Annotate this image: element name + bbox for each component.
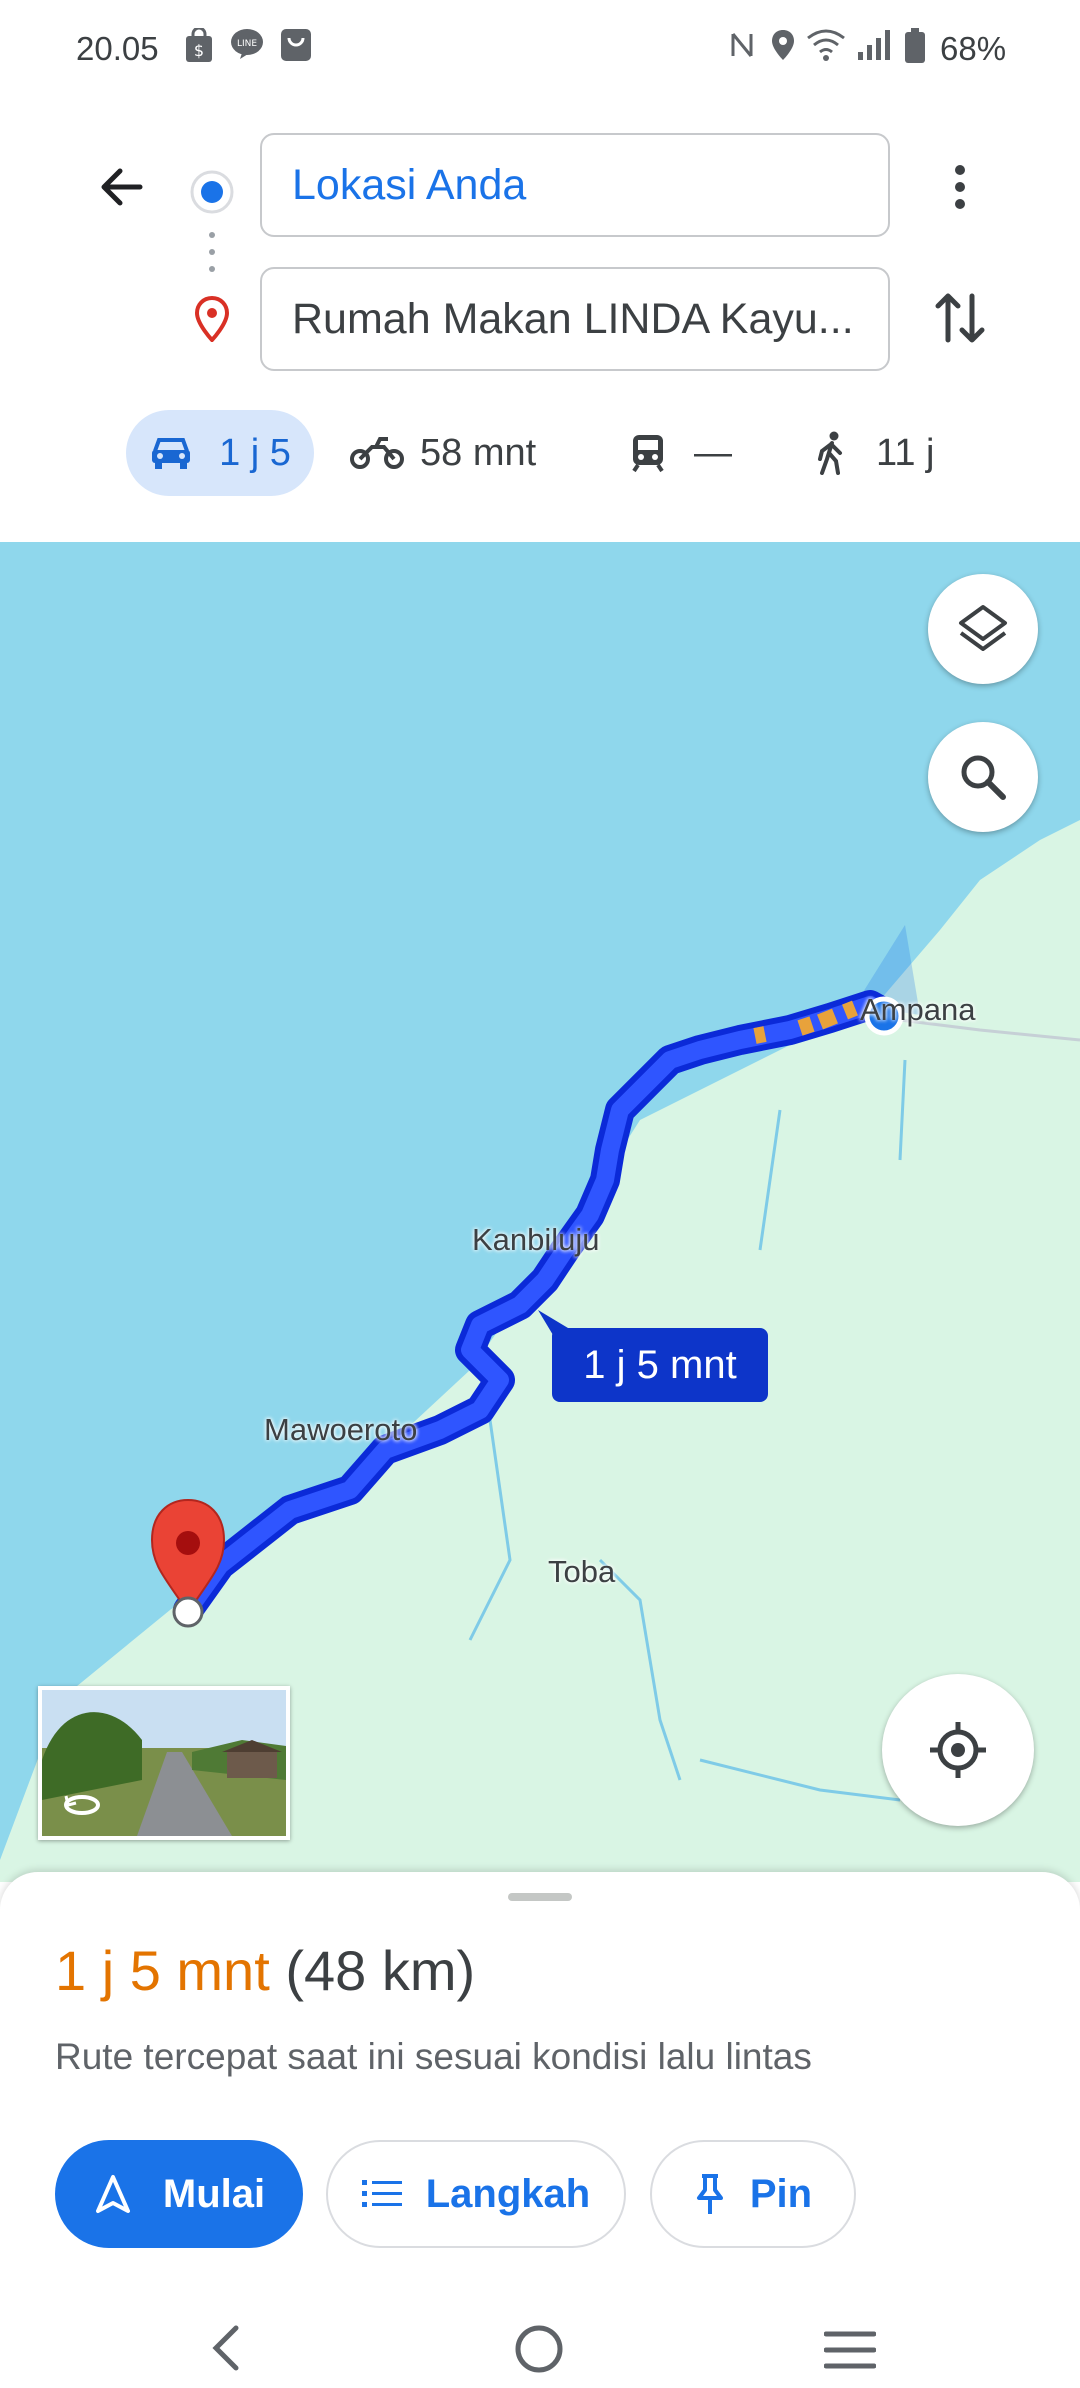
layers-icon — [959, 605, 1007, 651]
navigation-arrow-icon — [95, 2175, 130, 2213]
crosshair-icon — [930, 1722, 986, 1778]
sheet-drag-handle[interactable] — [508, 1893, 572, 1901]
car-icon — [152, 438, 191, 469]
wifi-icon — [807, 29, 845, 61]
battery-icon — [905, 28, 925, 63]
route-dots — [209, 232, 215, 272]
system-nav-bar — [0, 2290, 1080, 2388]
more-options-icon[interactable] — [942, 162, 978, 212]
mode-walk-value: 11 j — [876, 431, 935, 474]
status-bar: 20.05 $ LINE 68% — [0, 0, 1080, 100]
map-label-ampana: Ampana — [860, 992, 976, 1027]
route-time-callout[interactable]: 1 j 5 mnt — [552, 1328, 768, 1402]
location-icon — [772, 30, 794, 60]
steps-label: Langkah — [425, 2171, 591, 2216]
mode-motorcycle-tab[interactable]: 58 mnt — [350, 410, 536, 496]
origin-dot-icon — [190, 170, 234, 214]
rotate-360-icon — [64, 1795, 100, 1815]
map-view[interactable]: Ampana Kanbiluju Mawoeroto Toba — [0, 542, 1080, 1882]
map-label-kanbiluju: Kanbiluju — [472, 1222, 600, 1257]
route-summary: 1 j 5 mnt (48 km) — [55, 1938, 475, 2003]
line-chat-icon: LINE — [231, 29, 263, 59]
pushpin-icon — [696, 2174, 723, 2214]
signal-icon — [858, 30, 890, 60]
mode-motorcycle-value: 58 mnt — [420, 431, 537, 474]
battery-percent: 68% — [940, 30, 1007, 67]
steps-button[interactable]: Langkah — [326, 2140, 626, 2248]
shopping-bag-icon: $ — [186, 28, 212, 62]
route-note: Rute tercepat saat ini sesuai kondisi la… — [55, 2036, 812, 2077]
map-label-toba: Toba — [548, 1554, 616, 1589]
mode-car-tab[interactable]: 1 j 5 — [126, 410, 314, 496]
map-search-button[interactable] — [928, 722, 1038, 832]
mode-transit-tab[interactable]: — — [630, 410, 732, 496]
route-distance: (48 km) — [285, 1939, 476, 2002]
svg-text:LINE: LINE — [237, 39, 257, 49]
destination-input[interactable]: Rumah Makan LINDA Kayu... — [260, 267, 890, 371]
svg-text:$: $ — [194, 41, 204, 60]
back-arrow-icon[interactable] — [96, 162, 146, 212]
train-icon — [632, 435, 664, 473]
pin-label: Pin — [749, 2171, 813, 2216]
layers-button[interactable] — [928, 574, 1038, 684]
nav-home-icon[interactable] — [514, 2324, 564, 2374]
mode-car-value: 1 j 5 — [219, 431, 291, 474]
mode-walk-tab[interactable]: 11 j — [814, 410, 934, 496]
walk-icon — [818, 431, 842, 475]
store-icon — [281, 29, 311, 61]
motorcycle-icon — [350, 437, 404, 469]
street-view-thumbnail[interactable] — [38, 1686, 290, 1840]
mode-transit-value: — — [694, 431, 732, 474]
search-icon — [961, 755, 1006, 800]
swap-icon[interactable] — [932, 288, 988, 348]
status-time: 20.05 — [76, 30, 159, 67]
nfc-icon — [731, 33, 753, 57]
pin-button[interactable]: Pin — [650, 2140, 856, 2248]
route-duration: 1 j 5 mnt — [55, 1939, 270, 2002]
destination-pin-icon — [194, 296, 230, 342]
nav-recents-icon[interactable] — [824, 2330, 876, 2370]
map-canvas — [0, 542, 1080, 1882]
start-button[interactable]: Mulai — [55, 2140, 303, 2248]
start-label: Mulai — [162, 2171, 266, 2216]
nav-back-icon[interactable] — [210, 2324, 242, 2372]
map-label-mawoeroto: Mawoeroto — [264, 1412, 418, 1447]
origin-input[interactable]: Lokasi Anda — [260, 133, 890, 237]
list-icon — [361, 2180, 402, 2207]
my-location-button[interactable] — [882, 1674, 1034, 1826]
